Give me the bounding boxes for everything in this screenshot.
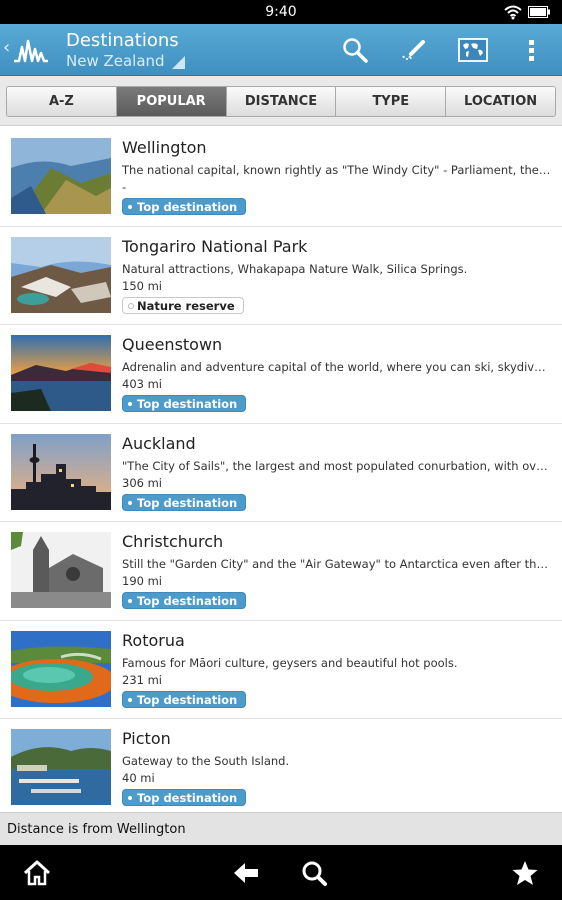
item-distance: 150 mi — [122, 278, 163, 293]
status-badge: Top destination — [122, 789, 247, 806]
status-badge: Top destination — [122, 395, 247, 412]
item-title: Picton — [122, 729, 171, 748]
status-badge: Top destination — [122, 690, 247, 708]
map-icon[interactable] — [458, 36, 488, 64]
list-item-tongariro[interactable]: Tongariro National Park Natural attracti… — [0, 227, 562, 325]
thumbnail-image — [11, 138, 111, 214]
wifi-icon — [504, 5, 522, 20]
item-distance: - — [122, 180, 127, 194]
sort-tabs: A-Z POPULAR DISTANCE TYPE LOCATION — [0, 76, 562, 126]
tab-location[interactable]: LOCATION — [446, 87, 555, 116]
action-bar: ‹ Destinations New Zealand — [0, 24, 562, 76]
item-description: The national capital, known rightly as "… — [122, 163, 552, 177]
list-item-wellington[interactable]: Wellington The national capital, known r… — [0, 128, 562, 227]
item-title: Auckland — [122, 433, 196, 453]
item-distance: 403 mi — [122, 377, 163, 391]
thumbnail-image — [11, 532, 111, 608]
item-description: Famous for Māori culture, geysers and be… — [122, 655, 458, 670]
app-logo-icon[interactable] — [13, 35, 49, 65]
thumbnail-image — [11, 433, 111, 510]
tab-a-z[interactable]: A-Z — [7, 87, 117, 116]
item-distance: 306 mi — [122, 475, 163, 490]
thumbnail-image — [11, 236, 111, 313]
item-title: Tongariro National Park — [122, 236, 308, 256]
region-selector[interactable]: New Zealand — [66, 52, 165, 70]
status-badge: Top destination — [122, 198, 247, 215]
star-icon[interactable] — [511, 859, 539, 887]
item-description: Still the "Garden City" and the "Air Gat… — [122, 557, 552, 571]
status-badge: Top destination — [122, 493, 247, 511]
item-title: Christchurch — [122, 532, 224, 551]
thumbnail-image — [11, 729, 111, 805]
item-distance: 190 mi — [122, 574, 163, 588]
status-time: 9:40 — [265, 4, 297, 20]
destination-list: Wellington The national capital, known r… — [0, 128, 562, 812]
battery-icon — [528, 6, 550, 18]
distance-note: Distance is from Wellington — [7, 822, 186, 837]
item-description: Gateway to the South Island. — [122, 754, 290, 768]
tab-type[interactable]: TYPE — [336, 87, 447, 116]
status-badge: Nature reserve — [122, 296, 244, 314]
list-item-christchurch[interactable]: Christchurch Still the "Garden City" and… — [0, 522, 562, 621]
back-arrow-icon[interactable] — [232, 859, 260, 887]
list-item-picton[interactable]: Picton Gateway to the South Island. 40 m… — [0, 719, 562, 812]
home-icon[interactable] — [23, 859, 51, 887]
item-description: Adrenalin and adventure capital of the w… — [122, 360, 552, 374]
item-title: Wellington — [122, 138, 207, 157]
overflow-menu-icon[interactable] — [518, 36, 546, 64]
search-icon[interactable] — [300, 859, 328, 887]
item-description: "The City of Sails", the largest and mos… — [122, 458, 552, 473]
segmented-control: A-Z POPULAR DISTANCE TYPE LOCATION — [6, 86, 556, 117]
page-title: Destinations — [66, 30, 179, 51]
item-title: Rotorua — [122, 630, 185, 650]
draw-icon[interactable] — [399, 36, 427, 64]
tab-distance[interactable]: DISTANCE — [226, 87, 337, 116]
search-icon[interactable] — [341, 36, 369, 64]
item-distance: 231 mi — [122, 672, 163, 687]
distance-footer: Distance is from Wellington — [0, 812, 562, 845]
status-badge: Top destination — [122, 592, 247, 609]
status-bar: 9:40 — [0, 0, 562, 24]
list-item-queenstown[interactable]: Queenstown Adrenalin and adventure capit… — [0, 325, 562, 424]
list-item-auckland[interactable]: Auckland "The City of Sails", the larges… — [0, 424, 562, 522]
list-item-rotorua[interactable]: Rotorua Famous for Māori culture, geyser… — [0, 621, 562, 719]
item-title: Queenstown — [122, 335, 223, 354]
tab-popular[interactable]: POPULAR — [116, 87, 227, 116]
thumbnail-image — [11, 335, 111, 411]
item-distance: 40 mi — [122, 771, 155, 785]
dropdown-caret-icon[interactable] — [172, 56, 185, 69]
back-chevron-icon[interactable]: ‹ — [3, 37, 10, 58]
item-description: Natural attractions, Whakapapa Nature Wa… — [122, 261, 468, 276]
bottom-nav-bar — [0, 845, 562, 900]
thumbnail-image — [11, 630, 111, 707]
